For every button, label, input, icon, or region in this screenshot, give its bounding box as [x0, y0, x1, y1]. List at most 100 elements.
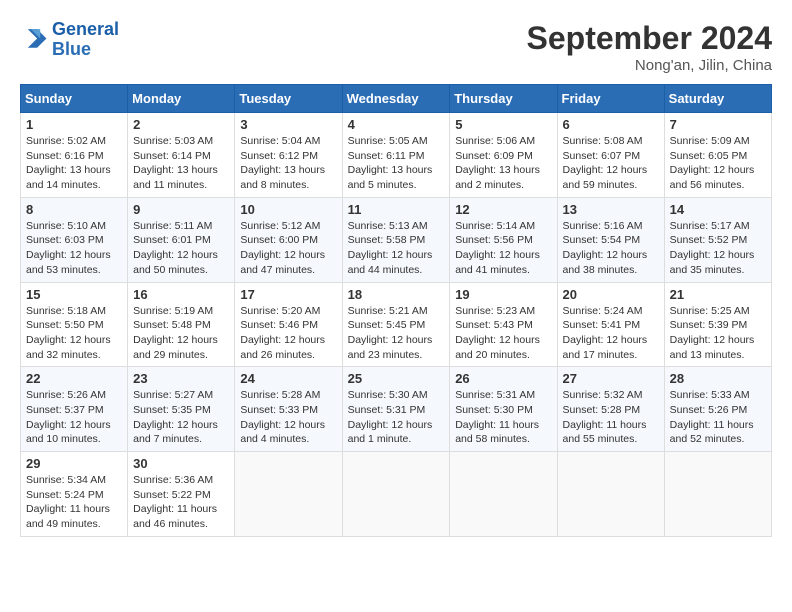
day-number: 13 [563, 202, 659, 217]
day-details: Sunrise: 5:18 AM Sunset: 5:50 PM Dayligh… [26, 304, 122, 363]
calendar-cell: 10 Sunrise: 5:12 AM Sunset: 6:00 PM Dayli… [235, 197, 342, 282]
day-number: 5 [455, 117, 551, 132]
calendar-cell [342, 452, 450, 537]
day-details: Sunrise: 5:21 AM Sunset: 5:45 PM Dayligh… [348, 304, 445, 363]
day-details: Sunrise: 5:04 AM Sunset: 6:12 PM Dayligh… [240, 134, 336, 193]
day-details: Sunrise: 5:23 AM Sunset: 5:43 PM Dayligh… [455, 304, 551, 363]
calendar-cell: 6 Sunrise: 5:08 AM Sunset: 6:07 PM Daylig… [557, 113, 664, 198]
day-details: Sunrise: 5:33 AM Sunset: 5:26 PM Dayligh… [670, 388, 766, 447]
calendar-cell: 11 Sunrise: 5:13 AM Sunset: 5:58 PM Dayli… [342, 197, 450, 282]
calendar-cell: 28 Sunrise: 5:33 AM Sunset: 5:26 PM Dayli… [664, 367, 771, 452]
logo-icon [20, 26, 48, 54]
day-details: Sunrise: 5:26 AM Sunset: 5:37 PM Dayligh… [26, 388, 122, 447]
day-number: 22 [26, 371, 122, 386]
day-details: Sunrise: 5:19 AM Sunset: 5:48 PM Dayligh… [133, 304, 229, 363]
day-details: Sunrise: 5:17 AM Sunset: 5:52 PM Dayligh… [670, 219, 766, 278]
day-number: 27 [563, 371, 659, 386]
day-details: Sunrise: 5:16 AM Sunset: 5:54 PM Dayligh… [563, 219, 659, 278]
day-number: 23 [133, 371, 229, 386]
calendar-cell: 8 Sunrise: 5:10 AM Sunset: 6:03 PM Daylig… [21, 197, 128, 282]
calendar-week-row: 22 Sunrise: 5:26 AM Sunset: 5:37 PM Dayli… [21, 367, 772, 452]
day-details: Sunrise: 5:34 AM Sunset: 5:24 PM Dayligh… [26, 473, 122, 532]
day-number: 30 [133, 456, 229, 471]
calendar-cell: 19 Sunrise: 5:23 AM Sunset: 5:43 PM Dayli… [450, 282, 557, 367]
day-details: Sunrise: 5:13 AM Sunset: 5:58 PM Dayligh… [348, 219, 445, 278]
calendar-cell: 27 Sunrise: 5:32 AM Sunset: 5:28 PM Dayli… [557, 367, 664, 452]
calendar-cell: 23 Sunrise: 5:27 AM Sunset: 5:35 PM Dayli… [128, 367, 235, 452]
calendar-cell: 3 Sunrise: 5:04 AM Sunset: 6:12 PM Daylig… [235, 113, 342, 198]
day-number: 17 [240, 287, 336, 302]
day-number: 3 [240, 117, 336, 132]
calendar-cell: 29 Sunrise: 5:34 AM Sunset: 5:24 PM Dayli… [21, 452, 128, 537]
calendar-table: SundayMondayTuesdayWednesdayThursdayFrid… [20, 84, 772, 537]
day-details: Sunrise: 5:10 AM Sunset: 6:03 PM Dayligh… [26, 219, 122, 278]
day-details: Sunrise: 5:09 AM Sunset: 6:05 PM Dayligh… [670, 134, 766, 193]
calendar-cell: 15 Sunrise: 5:18 AM Sunset: 5:50 PM Dayli… [21, 282, 128, 367]
day-details: Sunrise: 5:12 AM Sunset: 6:00 PM Dayligh… [240, 219, 336, 278]
day-details: Sunrise: 5:02 AM Sunset: 6:16 PM Dayligh… [26, 134, 122, 193]
calendar-cell: 9 Sunrise: 5:11 AM Sunset: 6:01 PM Daylig… [128, 197, 235, 282]
day-details: Sunrise: 5:05 AM Sunset: 6:11 PM Dayligh… [348, 134, 445, 193]
day-details: Sunrise: 5:08 AM Sunset: 6:07 PM Dayligh… [563, 134, 659, 193]
day-number: 6 [563, 117, 659, 132]
day-number: 16 [133, 287, 229, 302]
calendar-cell: 4 Sunrise: 5:05 AM Sunset: 6:11 PM Daylig… [342, 113, 450, 198]
calendar-week-row: 1Sunrise: 5:02 AM Sunset: 6:16 PM Daylig… [21, 113, 772, 198]
day-number: 11 [348, 202, 445, 217]
day-number: 9 [133, 202, 229, 217]
calendar-header-row: SundayMondayTuesdayWednesdayThursdayFrid… [21, 85, 772, 113]
day-details: Sunrise: 5:30 AM Sunset: 5:31 PM Dayligh… [348, 388, 445, 447]
calendar-cell: 1Sunrise: 5:02 AM Sunset: 6:16 PM Daylig… [21, 113, 128, 198]
day-number: 8 [26, 202, 122, 217]
weekday-header: Wednesday [342, 85, 450, 113]
calendar-cell: 25 Sunrise: 5:30 AM Sunset: 5:31 PM Dayli… [342, 367, 450, 452]
day-number: 29 [26, 456, 122, 471]
calendar-week-row: 29 Sunrise: 5:34 AM Sunset: 5:24 PM Dayli… [21, 452, 772, 537]
calendar-cell: 26 Sunrise: 5:31 AM Sunset: 5:30 PM Dayli… [450, 367, 557, 452]
day-number: 20 [563, 287, 659, 302]
day-number: 19 [455, 287, 551, 302]
day-number: 4 [348, 117, 445, 132]
weekday-header: Thursday [450, 85, 557, 113]
calendar-cell: 14 Sunrise: 5:17 AM Sunset: 5:52 PM Dayli… [664, 197, 771, 282]
calendar-cell: 2 Sunrise: 5:03 AM Sunset: 6:14 PM Daylig… [128, 113, 235, 198]
calendar-cell: 13 Sunrise: 5:16 AM Sunset: 5:54 PM Dayli… [557, 197, 664, 282]
weekday-header: Sunday [21, 85, 128, 113]
calendar-week-row: 15 Sunrise: 5:18 AM Sunset: 5:50 PM Dayli… [21, 282, 772, 367]
weekday-header: Saturday [664, 85, 771, 113]
day-number: 21 [670, 287, 766, 302]
day-number: 2 [133, 117, 229, 132]
day-details: Sunrise: 5:06 AM Sunset: 6:09 PM Dayligh… [455, 134, 551, 193]
day-details: Sunrise: 5:31 AM Sunset: 5:30 PM Dayligh… [455, 388, 551, 447]
day-details: Sunrise: 5:28 AM Sunset: 5:33 PM Dayligh… [240, 388, 336, 447]
logo: General Blue [20, 20, 119, 60]
month-title: September 2024 [527, 20, 772, 57]
calendar-cell: 20 Sunrise: 5:24 AM Sunset: 5:41 PM Dayli… [557, 282, 664, 367]
day-number: 28 [670, 371, 766, 386]
day-details: Sunrise: 5:36 AM Sunset: 5:22 PM Dayligh… [133, 473, 229, 532]
day-details: Sunrise: 5:27 AM Sunset: 5:35 PM Dayligh… [133, 388, 229, 447]
day-details: Sunrise: 5:11 AM Sunset: 6:01 PM Dayligh… [133, 219, 229, 278]
calendar-cell: 7Sunrise: 5:09 AM Sunset: 6:05 PM Daylig… [664, 113, 771, 198]
weekday-header: Tuesday [235, 85, 342, 113]
day-number: 25 [348, 371, 445, 386]
title-block: September 2024 Nong'an, Jilin, China [527, 20, 772, 74]
day-number: 10 [240, 202, 336, 217]
day-details: Sunrise: 5:03 AM Sunset: 6:14 PM Dayligh… [133, 134, 229, 193]
calendar-week-row: 8 Sunrise: 5:10 AM Sunset: 6:03 PM Daylig… [21, 197, 772, 282]
day-details: Sunrise: 5:25 AM Sunset: 5:39 PM Dayligh… [670, 304, 766, 363]
day-number: 26 [455, 371, 551, 386]
calendar-cell [557, 452, 664, 537]
page-header: General Blue September 2024 Nong'an, Jil… [20, 20, 772, 74]
day-details: Sunrise: 5:24 AM Sunset: 5:41 PM Dayligh… [563, 304, 659, 363]
calendar-cell: 22 Sunrise: 5:26 AM Sunset: 5:37 PM Dayli… [21, 367, 128, 452]
day-details: Sunrise: 5:32 AM Sunset: 5:28 PM Dayligh… [563, 388, 659, 447]
day-details: Sunrise: 5:20 AM Sunset: 5:46 PM Dayligh… [240, 304, 336, 363]
calendar-cell: 16 Sunrise: 5:19 AM Sunset: 5:48 PM Dayli… [128, 282, 235, 367]
day-number: 14 [670, 202, 766, 217]
day-number: 15 [26, 287, 122, 302]
weekday-header: Monday [128, 85, 235, 113]
day-number: 24 [240, 371, 336, 386]
weekday-header: Friday [557, 85, 664, 113]
calendar-cell [235, 452, 342, 537]
